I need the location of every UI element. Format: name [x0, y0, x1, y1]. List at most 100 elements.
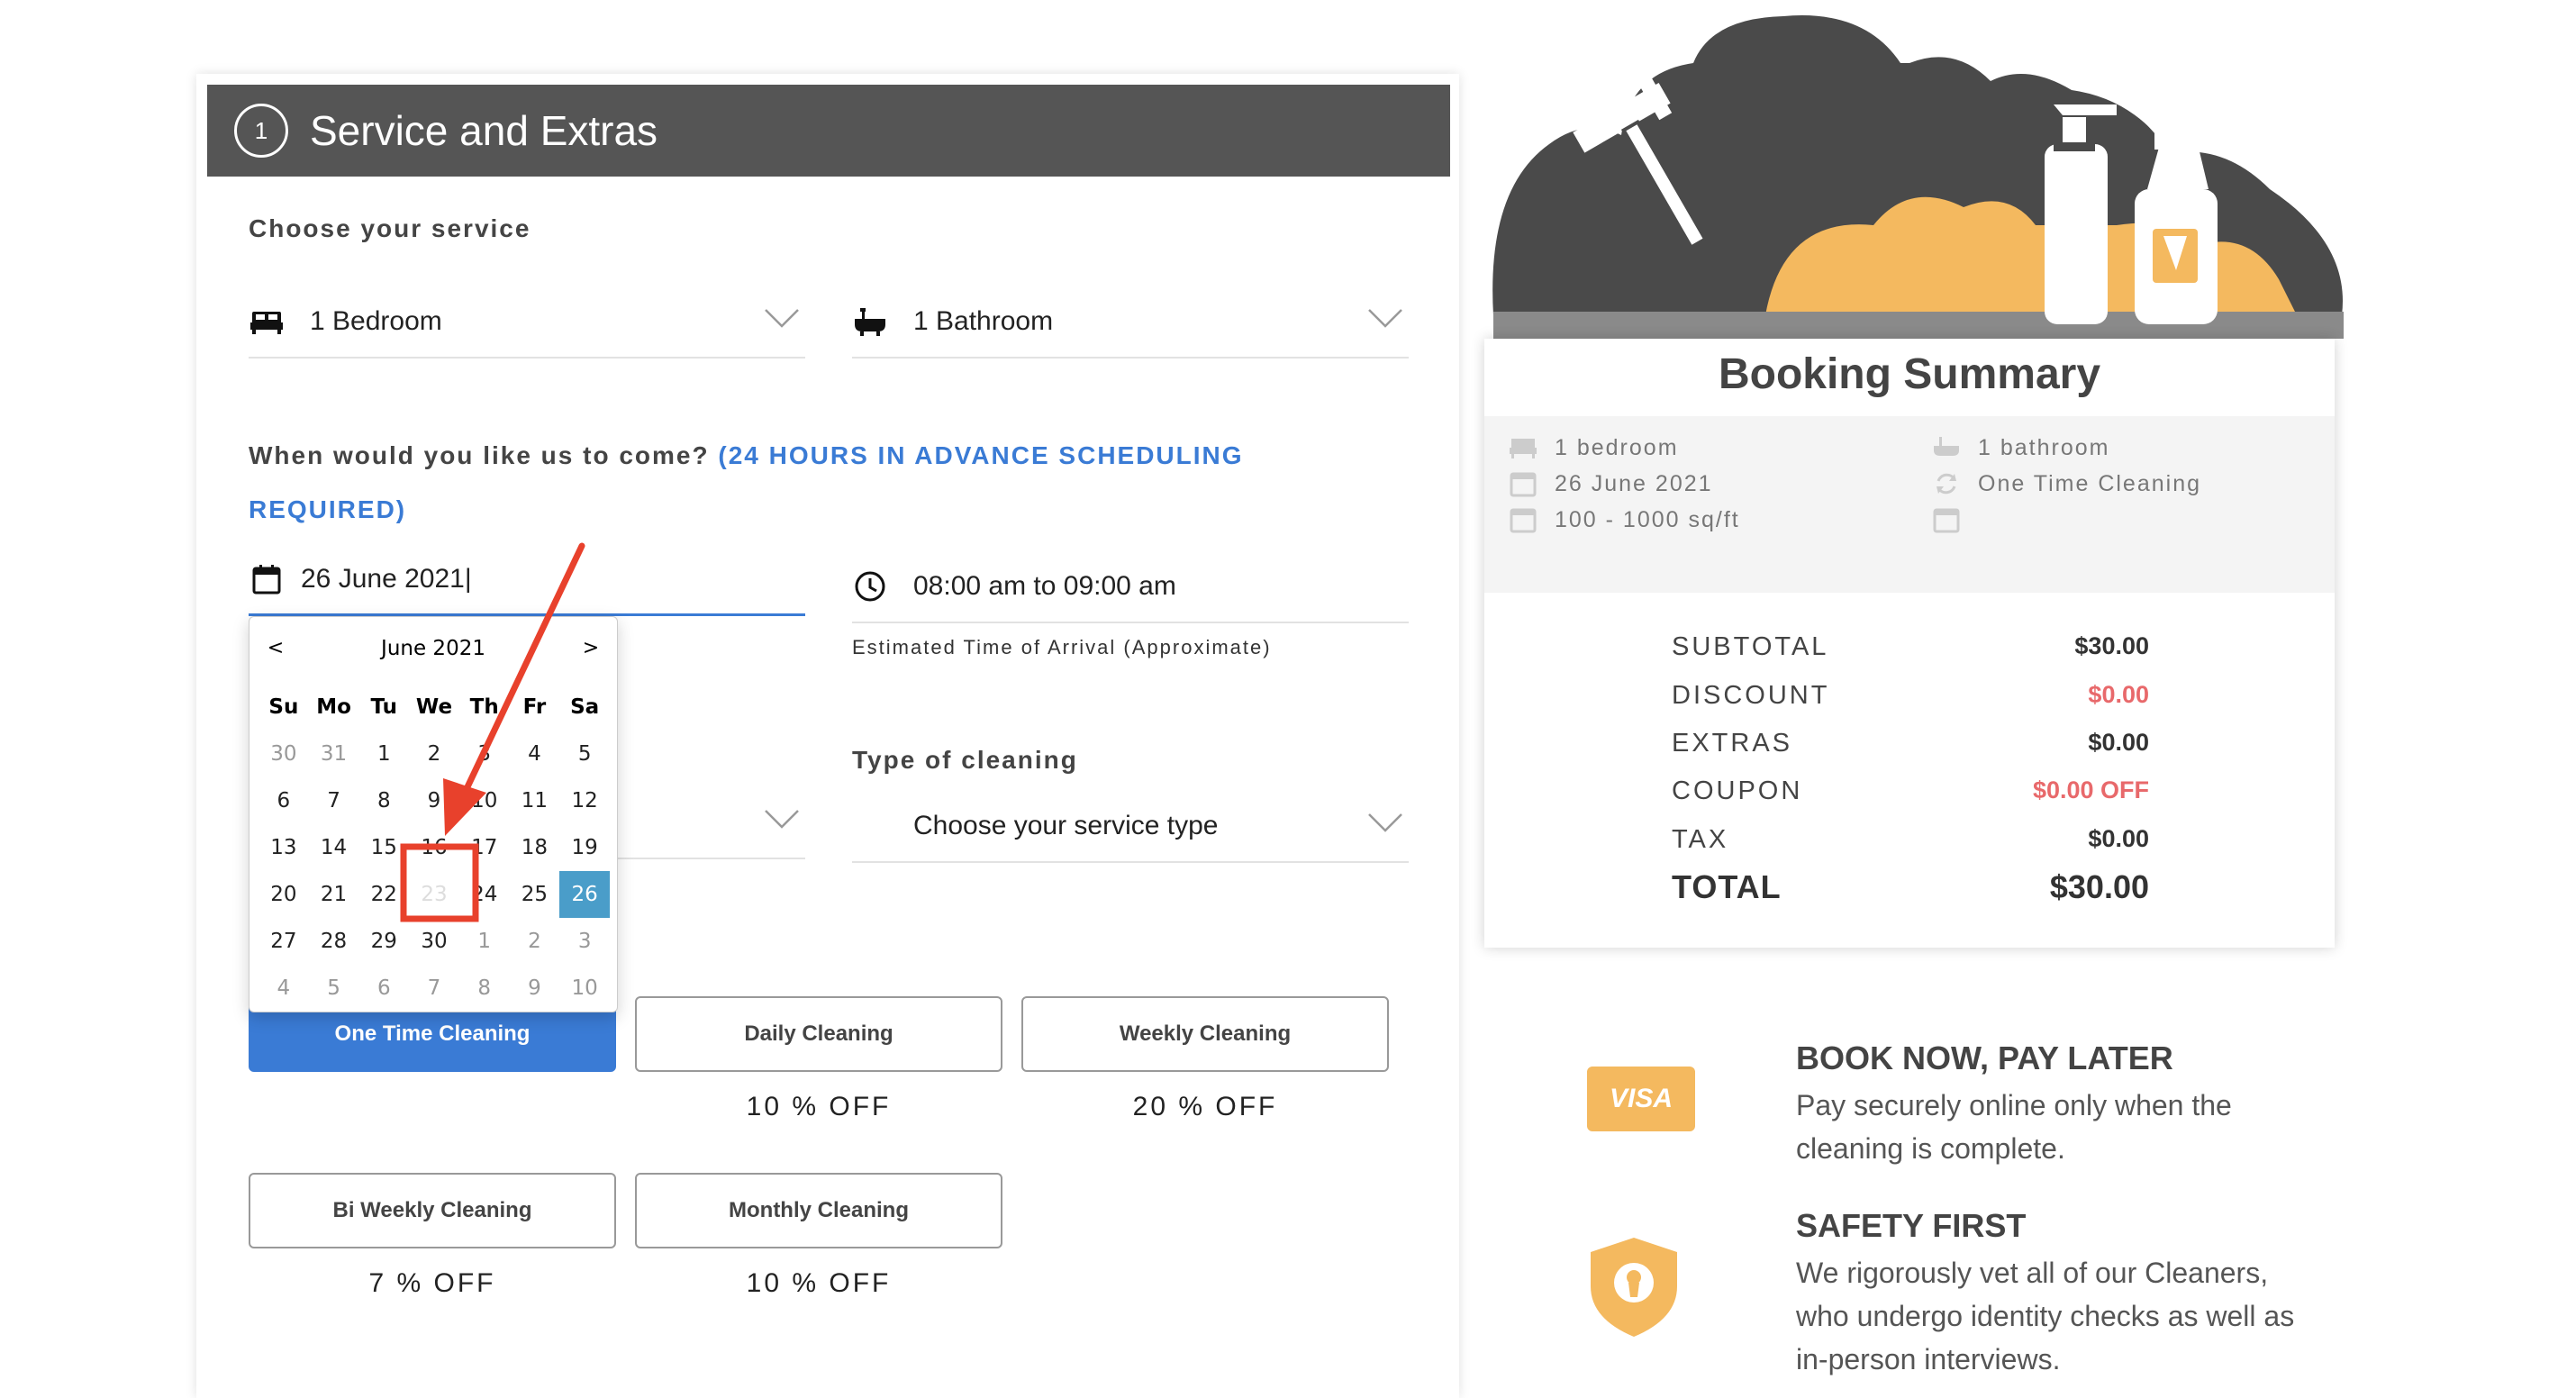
summary-bathroom: 1 bathroom — [1933, 434, 2109, 461]
calendar-day[interactable]: 12 — [559, 777, 610, 824]
bathtub-icon — [1934, 437, 1959, 456]
frequency-bi-weekly-button[interactable]: Bi Weekly Cleaning — [249, 1173, 616, 1248]
chevron-down-icon — [1368, 309, 1402, 328]
frequency-monthly-button[interactable]: Monthly Cleaning — [635, 1173, 1002, 1248]
calendar-day[interactable]: 16 — [409, 824, 459, 871]
bathtub-icon — [852, 304, 888, 340]
calendar-weekday: Su — [268, 695, 299, 719]
clock-icon — [852, 568, 888, 604]
calendar-day[interactable]: 7 — [409, 965, 459, 1012]
bathroom-select[interactable]: 1 Bathroom — [852, 286, 1409, 359]
booking-summary-card: Booking Summary 1 bedroom 26 June 2021 1… — [1484, 339, 2335, 948]
calendar-day[interactable]: 3 — [559, 918, 610, 965]
subtotal-label: SUBTOTAL — [1672, 632, 1829, 661]
calendar-day[interactable]: 5 — [309, 965, 359, 1012]
calendar-weekday: Mo — [316, 695, 351, 719]
step-header: 1 Service and Extras — [207, 85, 1450, 177]
calendar-day[interactable]: 28 — [309, 918, 359, 965]
coupon-row: COUPON $0.00 OFF — [1672, 776, 2149, 806]
calendar-prev-button[interactable]: < — [262, 637, 289, 659]
schedule-question: When would you like us to come? (24 HOUR… — [249, 429, 1329, 537]
calendar-day[interactable]: 7 — [309, 777, 359, 824]
bedroom-select[interactable]: 1 Bedroom — [249, 286, 805, 359]
calendar-icon — [1933, 508, 1960, 533]
cleaning-type-placeholder: Choose your service type — [913, 811, 1219, 840]
calendar-day[interactable]: 25 — [510, 871, 560, 918]
total-label: TOTAL — [1672, 868, 1782, 905]
calendar-day[interactable]: 2 — [510, 918, 560, 965]
frequency-daily-button[interactable]: Daily Cleaning — [635, 996, 1002, 1072]
calendar-day[interactable]: 14 — [309, 824, 359, 871]
calendar-day[interactable]: 1 — [459, 918, 510, 965]
extras-row: EXTRAS $0.00 — [1672, 729, 2149, 758]
calendar-day[interactable]: 4 — [259, 965, 309, 1012]
calendar-day[interactable]: 3 — [459, 731, 510, 777]
bed-icon — [249, 304, 285, 340]
calendar-day[interactable]: 10 — [459, 777, 510, 824]
schedule-question-text: When would you like us to come? — [249, 441, 710, 469]
calendar-day[interactable]: 23 — [409, 871, 459, 918]
calendar-next-button[interactable]: > — [577, 637, 604, 659]
cleaning-type-select[interactable]: Choose your service type — [852, 791, 1409, 863]
calendar-icon — [1510, 508, 1537, 533]
calendar-day[interactable]: 20 — [259, 871, 309, 918]
tax-row: TAX $0.00 — [1672, 825, 2149, 855]
extras-label: EXTRAS — [1672, 729, 1793, 758]
calendar-day[interactable]: 27 — [259, 918, 309, 965]
bedroom-value: 1 Bedroom — [310, 306, 442, 336]
subtotal-value: $30.00 — [2074, 632, 2149, 659]
calendar-day[interactable]: 8 — [459, 965, 510, 1012]
calendar-day[interactable]: 30 — [409, 918, 459, 965]
summary-extra — [1933, 506, 1978, 533]
bi-weekly-discount: 7 % OFF — [368, 1268, 496, 1298]
frequency-weekly-button[interactable]: Weekly Cleaning — [1021, 996, 1389, 1072]
calendar-day[interactable]: 31 — [309, 731, 359, 777]
calendar-day[interactable]: 18 — [510, 824, 560, 871]
calendar-day[interactable]: 6 — [358, 965, 409, 1012]
calendar-weekday: Fr — [522, 695, 547, 719]
calendar-day[interactable]: 2 — [409, 731, 459, 777]
tax-value: $0.00 — [2088, 825, 2149, 852]
cleaning-illustration — [1492, 15, 2344, 339]
calendar-day[interactable]: 6 — [259, 777, 309, 824]
summary-frequency: One Time Cleaning — [1933, 470, 2201, 497]
calendar-day[interactable]: 8 — [358, 777, 409, 824]
summary-title: Booking Summary — [1718, 350, 2101, 398]
calendar-day[interactable]: 5 — [559, 731, 610, 777]
date-input[interactable]: 26 June 2021| — [249, 544, 805, 616]
subtotal-row: SUBTOTAL $30.00 — [1672, 632, 2149, 662]
book-now-title: BOOK NOW, PAY LATER — [1796, 1039, 2173, 1076]
time-select[interactable]: 08:00 am to 09:00 am — [852, 551, 1409, 623]
calendar-day[interactable]: 11 — [510, 777, 560, 824]
step-number: 1 — [234, 104, 288, 158]
date-picker-popup: June 2021 < > Su Mo Tu We Th Fr Sa 30 31 1 2 3 4 5 6 7 8… — [249, 616, 618, 1012]
calendar-weekday: We — [415, 695, 453, 719]
summary-date: 26 June 2021 — [1510, 470, 1713, 497]
calendar-weekday: Th — [469, 695, 499, 719]
summary-details: 1 bedroom 26 June 2021 100 - 1000 sq/ft … — [1484, 416, 2335, 593]
calendar-day[interactable]: 17 — [459, 824, 510, 871]
calendar-day[interactable]: 9 — [510, 965, 560, 1012]
calendar-day[interactable]: 30 — [259, 731, 309, 777]
calendar-month: June 2021 — [381, 637, 485, 660]
calendar-day[interactable]: 9 — [409, 777, 459, 824]
calendar-day[interactable]: 10 — [559, 965, 610, 1012]
calendar-day[interactable]: 4 — [510, 731, 560, 777]
calendar-day[interactable]: 13 — [259, 824, 309, 871]
advance-note-cont: REQUIRED) — [249, 495, 407, 523]
time-value: 08:00 am to 09:00 am — [913, 571, 1176, 601]
calendar-day[interactable]: 22 — [358, 871, 409, 918]
cleaning-type-label: Type of cleaning — [852, 746, 1078, 774]
calendar-day[interactable]: 15 — [358, 824, 409, 871]
coupon-label: COUPON — [1672, 776, 1803, 805]
calendar-day[interactable]: 29 — [358, 918, 409, 965]
calendar-icon — [249, 561, 285, 597]
date-value: 26 June 2021| — [301, 563, 472, 594]
calendar-day[interactable]: 24 — [459, 871, 510, 918]
weekly-discount: 20 % OFF — [1132, 1092, 1278, 1121]
calendar-day[interactable]: 21 — [309, 871, 359, 918]
eta-note: Estimated Time of Arrival (Approximate) — [852, 636, 1272, 658]
calendar-day[interactable]: 19 — [559, 824, 610, 871]
calendar-day[interactable]: 26 — [559, 871, 610, 918]
calendar-day[interactable]: 1 — [358, 731, 409, 777]
